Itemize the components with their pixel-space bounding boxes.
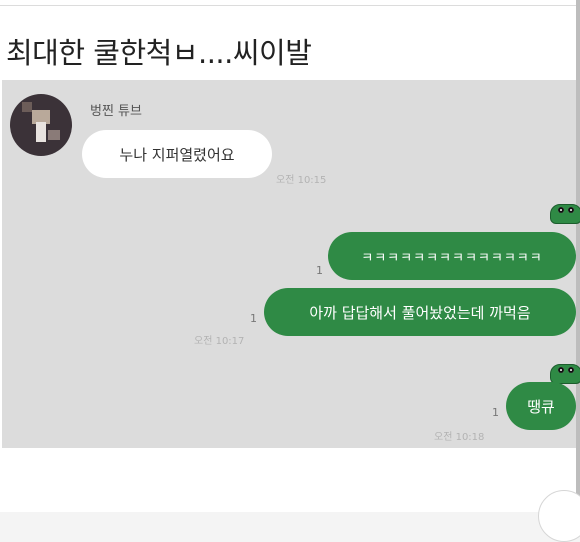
message-timestamp: 오전 10:17 [194,336,245,347]
floating-button[interactable] [538,490,580,542]
frog-sticker-icon [550,204,580,224]
read-count: 1 [250,312,257,325]
incoming-message-bubble[interactable]: 누나 지퍼열렸어요 [82,130,272,178]
message-timestamp: 오전 10:18 [434,432,485,443]
post-title: 최대한 쿨한척ㅂ....씨이발 [6,36,312,70]
read-count: 1 [316,264,323,277]
frog-sticker-icon [550,364,580,384]
top-divider [0,5,580,6]
post-page: 최대한 쿨한척ㅂ....씨이발 벙찐 튜브 누나 지퍼열렸어요 오전 10:15… [0,0,580,542]
outgoing-message-bubble[interactable]: 땡큐 [506,382,576,430]
outgoing-message-bubble[interactable]: 아까 답답해서 풀어놨었는데 까먹음 [264,288,576,336]
read-count: 1 [492,406,499,419]
outgoing-message-bubble[interactable]: ㅋㅋㅋㅋㅋㅋㅋㅋㅋㅋㅋㅋㅋㅋ [328,232,576,280]
message-timestamp: 오전 10:15 [276,175,327,186]
chat-screenshot: 벙찐 튜브 누나 지퍼열렸어요 오전 10:15 ㅋㅋㅋㅋㅋㅋㅋㅋㅋㅋㅋㅋㅋㅋ … [2,80,580,448]
sender-name: 벙찐 튜브 [90,104,142,119]
scrollbar-edge [576,0,580,512]
avatar[interactable] [10,94,72,156]
